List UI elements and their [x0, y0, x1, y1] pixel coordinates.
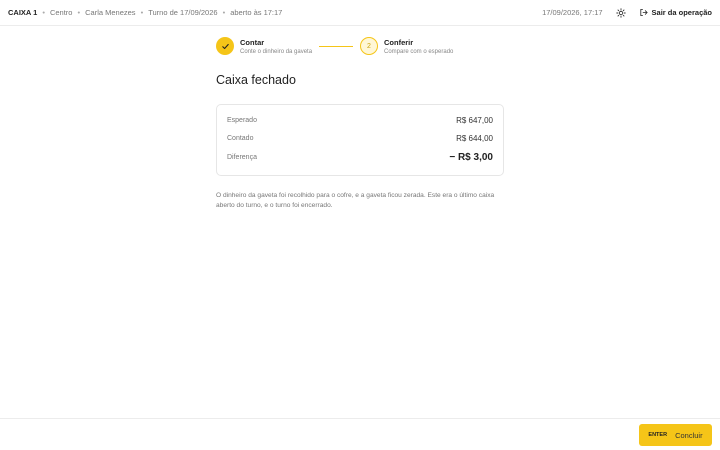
summary-row-difference: Diferença − R$ 3,00 [227, 152, 493, 163]
sun-icon[interactable] [615, 7, 627, 19]
check-icon [221, 43, 229, 49]
summary-card: Esperado R$ 647,00 Contado R$ 644,00 Dif… [216, 104, 504, 176]
summary-label: Esperado [227, 117, 257, 124]
summary-value: R$ 644,00 [456, 134, 493, 143]
step-subtitle: Conte o dinheiro da gaveta [240, 49, 313, 55]
separator: • [77, 8, 81, 17]
step-complete-indicator [216, 37, 234, 55]
step-title: Contar [240, 38, 265, 47]
separator: • [222, 8, 226, 17]
operator-name: Carla Menezes [85, 8, 136, 17]
shift-label: Turno de 17/09/2026 [148, 8, 218, 17]
step-connector [319, 46, 353, 47]
summary-value: R$ 647,00 [456, 116, 493, 125]
top-bar: CAIXA 1 • Centro • Carla Menezes • Turno… [0, 0, 720, 26]
exit-operation-label: Sair da operação [651, 8, 712, 17]
page-title: Caixa fechado [216, 73, 296, 87]
step-conferir: 2 Conferir Compare com o esperado [360, 37, 453, 57]
footer-bar: ENTER Concluir [0, 418, 720, 450]
summary-label: Contado [227, 135, 254, 142]
separator: • [42, 8, 45, 17]
top-bar-right: 17/09/2026, 17:17 Sair da operação [542, 7, 712, 19]
summary-row-expected: Esperado R$ 647,00 [227, 116, 493, 125]
step-contar: Contar Conte o dinheiro da gaveta [216, 37, 312, 57]
store-name: Centro [49, 8, 73, 17]
step-number: 2 [360, 37, 378, 55]
exit-operation-button[interactable]: Sair da operação [639, 8, 712, 17]
conclude-button-label: Concluir [675, 430, 703, 440]
step-title: Conferir [384, 38, 414, 47]
summary-label: Diferença [227, 154, 257, 161]
summary-row-counted: Contado R$ 644,00 [227, 134, 493, 143]
current-datetime: 17/09/2026, 17:17 [542, 8, 603, 17]
stepper: Contar Conte o dinheiro da gaveta 2 Conf… [216, 37, 506, 59]
opened-at-label: aberto às 17:17 [230, 8, 283, 17]
keyboard-hint: ENTER [648, 432, 668, 438]
logout-icon [639, 8, 648, 17]
conclude-button[interactable]: ENTER Concluir [639, 424, 712, 446]
register-name: CAIXA 1 [8, 8, 38, 17]
summary-value: − R$ 3,00 [449, 152, 493, 163]
separator: • [140, 8, 144, 17]
closing-description: O dinheiro da gaveta foi recolhido para … [216, 192, 495, 209]
step-subtitle: Compare com o esperado [384, 49, 454, 55]
